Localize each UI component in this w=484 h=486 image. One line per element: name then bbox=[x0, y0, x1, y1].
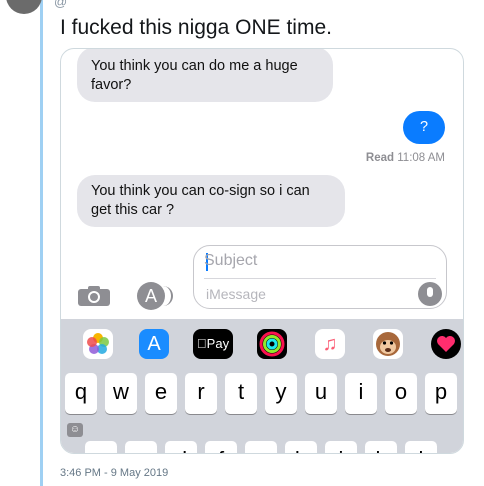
incoming-message-bubble: You think you can do me a huge favor? bbox=[77, 49, 333, 102]
key-o[interactable]: o bbox=[385, 373, 417, 414]
key-g[interactable]: g bbox=[245, 441, 277, 453]
keyboard: q w e r t y u i o p ☺ a s d f g h j k l bbox=[61, 367, 463, 453]
key-p[interactable]: p bbox=[425, 373, 457, 414]
digital-touch-icon[interactable] bbox=[431, 329, 461, 359]
incoming-message-bubble: You think you can co-sign so i can get t… bbox=[77, 175, 345, 227]
key-h[interactable]: h bbox=[285, 441, 317, 453]
user-handle[interactable]: @ bbox=[54, 0, 67, 9]
key-y[interactable]: y bbox=[265, 373, 297, 414]
avatar[interactable] bbox=[6, 0, 42, 14]
app-store-icon[interactable]: A bbox=[137, 282, 173, 310]
key-q[interactable]: q bbox=[65, 373, 97, 414]
key-a[interactable]: a bbox=[85, 441, 117, 453]
key-f[interactable]: f bbox=[205, 441, 237, 453]
key-d[interactable]: d bbox=[165, 441, 197, 453]
key-u[interactable]: u bbox=[305, 373, 337, 414]
photos-icon[interactable] bbox=[83, 329, 113, 359]
outgoing-message-bubble: ? bbox=[403, 111, 445, 144]
key-l[interactable]: l bbox=[405, 441, 437, 453]
activity-rings-icon[interactable] bbox=[257, 329, 287, 359]
apple-pay-icon[interactable]: Pay bbox=[193, 329, 233, 359]
key-j[interactable]: j bbox=[325, 441, 357, 453]
microphone-icon[interactable] bbox=[418, 282, 442, 306]
read-label: Read bbox=[365, 152, 395, 164]
camera-icon[interactable] bbox=[77, 285, 111, 307]
key-t[interactable]: t bbox=[225, 373, 257, 414]
music-icon[interactable]: ♫ bbox=[315, 329, 345, 359]
tweet-text: I fucked this nigga ONE time. bbox=[60, 16, 332, 39]
key-i[interactable]: i bbox=[345, 373, 377, 414]
key-s[interactable]: s bbox=[125, 441, 157, 453]
app-drawer: A Pay ♫ bbox=[61, 319, 463, 369]
app-store-icon[interactable]: A bbox=[139, 329, 169, 359]
read-time: 11:08 AM bbox=[397, 152, 445, 164]
tweet-image-screenshot[interactable]: You think you can do me a huge favor? ? … bbox=[60, 48, 464, 454]
monkey-animoji-icon[interactable] bbox=[373, 329, 403, 359]
message-composer[interactable]: Subject iMessage bbox=[193, 245, 447, 309]
tweet-timestamp[interactable]: 3:46 PM - 9 May 2019 bbox=[60, 467, 168, 479]
key-w[interactable]: w bbox=[105, 373, 137, 414]
read-receipt: Read 11:08 AM bbox=[366, 152, 445, 164]
key-e[interactable]: e bbox=[145, 373, 177, 414]
subject-field[interactable]: Subject bbox=[204, 252, 257, 270]
emoji-icon[interactable]: ☺ bbox=[67, 423, 83, 437]
key-r[interactable]: r bbox=[185, 373, 217, 414]
composer-divider bbox=[204, 278, 436, 279]
message-input[interactable]: iMessage bbox=[206, 286, 266, 302]
key-k[interactable]: k bbox=[365, 441, 397, 453]
thread-line bbox=[40, 0, 43, 486]
